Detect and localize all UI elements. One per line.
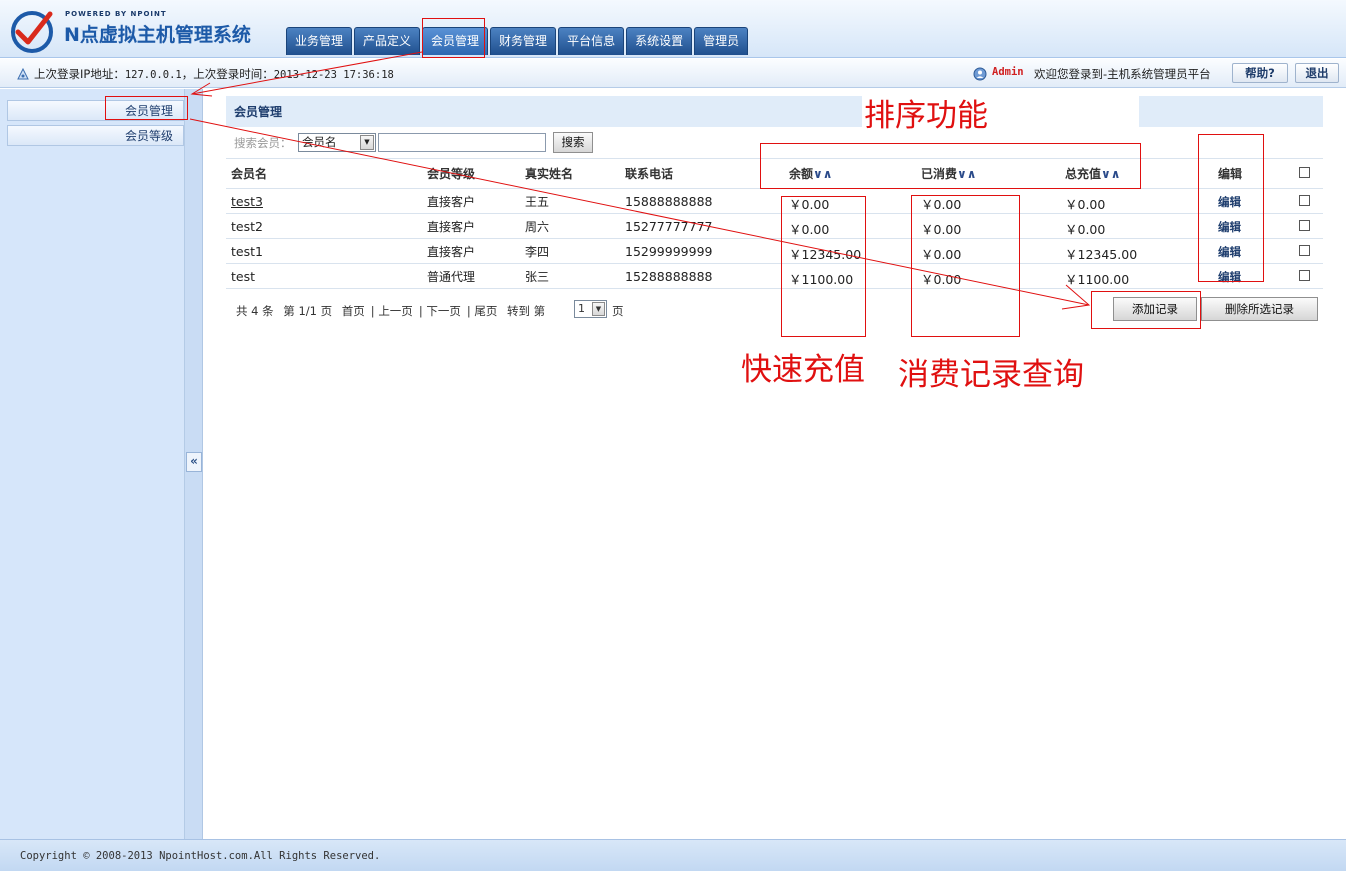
annotation-box-balance-column — [781, 196, 866, 337]
pager-next-link[interactable]: 下一页 — [426, 304, 461, 318]
row-member-level: 普通代理 — [427, 270, 476, 284]
search-field-select[interactable]: 会员名 ▼ — [298, 133, 376, 152]
dropdown-arrow-icon: ▼ — [592, 302, 605, 316]
tab-settings[interactable]: 系统设置 — [626, 27, 693, 55]
annotation-box-sort-headers — [760, 143, 1141, 189]
row-member-name[interactable]: test1 — [231, 244, 263, 259]
annotation-box-member-tab — [422, 18, 485, 58]
search-button[interactable]: 搜索 — [553, 132, 593, 153]
row-recharged: ￥1100.00 — [1065, 272, 1130, 287]
page-title: 会员管理 — [234, 105, 283, 119]
row-checkbox[interactable] — [1299, 195, 1310, 206]
row-recharged: ￥0.00 — [1065, 222, 1106, 237]
pager-page-info: 第 1/1 页 — [283, 304, 333, 318]
sidebar: 会员管理 会员等级 — [0, 89, 185, 839]
col-header-real-name: 真实姓名 — [525, 167, 574, 181]
row-member-level: 直接客户 — [427, 220, 476, 234]
row-checkbox[interactable] — [1299, 245, 1310, 256]
row-member-name[interactable]: test — [231, 269, 255, 284]
tab-finance[interactable]: 财务管理 — [490, 27, 557, 55]
pager-first-link[interactable]: 首页 — [342, 304, 365, 318]
row-phone: 15299999999 — [625, 244, 713, 259]
row-divider — [226, 213, 1323, 214]
row-real-name: 王五 — [525, 195, 550, 209]
select-all-checkbox[interactable] — [1299, 167, 1310, 178]
annotation-quick-recharge: 快速充值 — [741, 352, 865, 388]
pager-goto-label: 转到 第 — [507, 304, 546, 318]
row-phone: 15888888888 — [625, 194, 713, 209]
row-checkbox[interactable] — [1299, 220, 1310, 231]
row-phone: 15288888888 — [625, 269, 713, 284]
logo-check-icon — [11, 11, 53, 53]
tab-admins[interactable]: 管理员 — [694, 27, 749, 55]
pager-total: 共 4 条 — [236, 304, 274, 318]
row-recharged: ￥0.00 — [1065, 197, 1106, 212]
tab-products[interactable]: 产品定义 — [354, 27, 421, 55]
pagination: 共 4 条 第 1/1 页 首页 | 上一页 | 下一页 | 尾页 转到 第 — [236, 304, 546, 318]
tab-business[interactable]: 业务管理 — [286, 27, 353, 55]
collapse-sidebar-button[interactable]: « — [186, 452, 202, 472]
col-header-level: 会员等级 — [427, 167, 476, 181]
tab-platform[interactable]: 平台信息 — [558, 27, 625, 55]
sidebar-item-member-levels[interactable]: 会员等级 — [7, 125, 184, 146]
annotation-consume-query: 消费记录查询 — [898, 357, 1084, 393]
welcome-message: 欢迎您登录到-主机系统管理员平台 — [1034, 67, 1211, 81]
header: POWERED BY NPOINT N点虚拟主机管理系统 N点虚拟主机管理系统 … — [0, 0, 1346, 58]
help-button[interactable]: 帮助? — [1232, 63, 1288, 83]
search-label: 搜索会员： — [234, 136, 292, 150]
search-input[interactable] — [378, 133, 546, 152]
row-real-name: 周六 — [525, 220, 550, 234]
row-phone: 15277777777 — [625, 219, 713, 234]
logo: POWERED BY NPOINT N点虚拟主机管理系统 N点虚拟主机管理系统 — [10, 6, 260, 53]
login-info-icon — [17, 67, 29, 80]
pager-suffix: 页 — [612, 304, 624, 318]
footer: Copyright © 2008-2013 NpointHost.com.All… — [0, 839, 1346, 871]
pager-prev-link[interactable]: 上一页 — [378, 304, 413, 318]
annotation-box-edit-column — [1198, 134, 1264, 282]
logo-powered-text: POWERED BY NPOINT — [65, 10, 167, 18]
row-recharged: ￥12345.00 — [1065, 247, 1138, 262]
row-divider — [226, 263, 1323, 264]
page-select-value: 1 — [578, 302, 585, 315]
annotation-box-add-button — [1091, 291, 1201, 329]
row-divider — [226, 238, 1323, 239]
user-icon — [973, 67, 987, 81]
col-header-name: 会员名 — [231, 167, 268, 181]
row-divider — [226, 288, 1323, 289]
page-select[interactable]: 1 ▼ — [574, 300, 607, 318]
logout-button[interactable]: 退出 — [1295, 63, 1339, 83]
admin-username: Admin — [992, 66, 1024, 78]
pager-last-link[interactable]: 尾页 — [474, 304, 497, 318]
annotation-box-consumed-column — [911, 195, 1020, 337]
main-title-bar — [226, 96, 1323, 127]
delete-selected-button[interactable]: 删除所选记录 — [1201, 297, 1318, 321]
logo-reflection: N点虚拟主机管理系统 — [64, 28, 251, 39]
status-bar: 上次登录IP地址：127.0.0.1，上次登录时间：2013-12-23 17:… — [0, 59, 1346, 88]
row-member-level: 直接客户 — [427, 195, 476, 209]
main-nav: 业务管理 产品定义 会员管理 财务管理 平台信息 系统设置 管理员 — [286, 27, 750, 55]
annotation-sort-feature: 排序功能 — [864, 98, 988, 134]
row-member-name[interactable]: test2 — [231, 219, 263, 234]
col-header-phone: 联系电话 — [625, 167, 674, 181]
row-checkbox[interactable] — [1299, 270, 1310, 281]
search-field-value: 会员名 — [302, 135, 337, 149]
annotation-box-sidebar-item — [105, 96, 188, 120]
row-member-name[interactable]: test3 — [231, 194, 263, 209]
last-login-info: 上次登录IP地址：127.0.0.1，上次登录时间：2013-12-23 17:… — [34, 67, 394, 81]
dropdown-arrow-icon: ▼ — [360, 135, 374, 150]
row-member-level: 直接客户 — [427, 245, 476, 259]
copyright-text: Copyright © 2008-2013 NpointHost.com.All… — [20, 850, 381, 862]
row-real-name: 张三 — [525, 270, 550, 284]
row-real-name: 李四 — [525, 245, 550, 259]
